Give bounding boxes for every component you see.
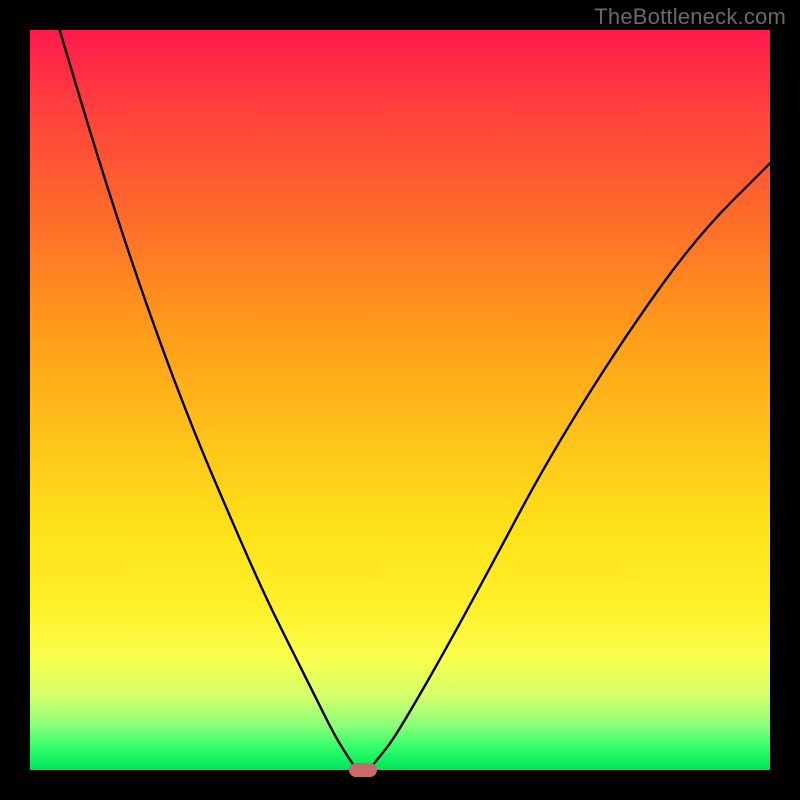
curve-left-branch — [60, 30, 356, 768]
plot-area — [30, 30, 770, 770]
curve-right-branch — [370, 163, 770, 768]
bottleneck-curve — [30, 30, 770, 770]
optimum-marker — [349, 763, 377, 777]
chart-frame: TheBottleneck.com — [0, 0, 800, 800]
watermark-text: TheBottleneck.com — [594, 4, 786, 30]
